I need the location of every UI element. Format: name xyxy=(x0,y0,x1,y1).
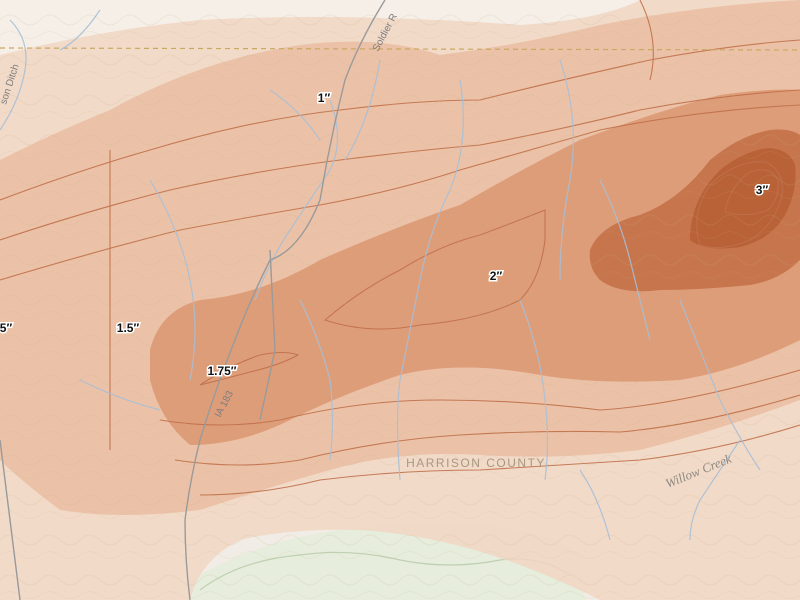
contour-label-1-75in: 1.75″ xyxy=(207,364,236,378)
contour-label-1in: 1″ xyxy=(318,91,331,105)
county-label: HARRISON COUNTY xyxy=(406,456,546,470)
contour-label-1-5in: 1.5″ xyxy=(117,321,140,335)
contour-label-3in: 3″ xyxy=(756,183,769,197)
contour-label-5in-partial: 5″ xyxy=(0,321,12,335)
terrain-overlay xyxy=(0,0,800,600)
map-canvas[interactable]: HARRISON COUNTY IA 183 Soldier R son Dit… xyxy=(0,0,800,600)
contour-label-2in: 2″ xyxy=(490,269,503,283)
